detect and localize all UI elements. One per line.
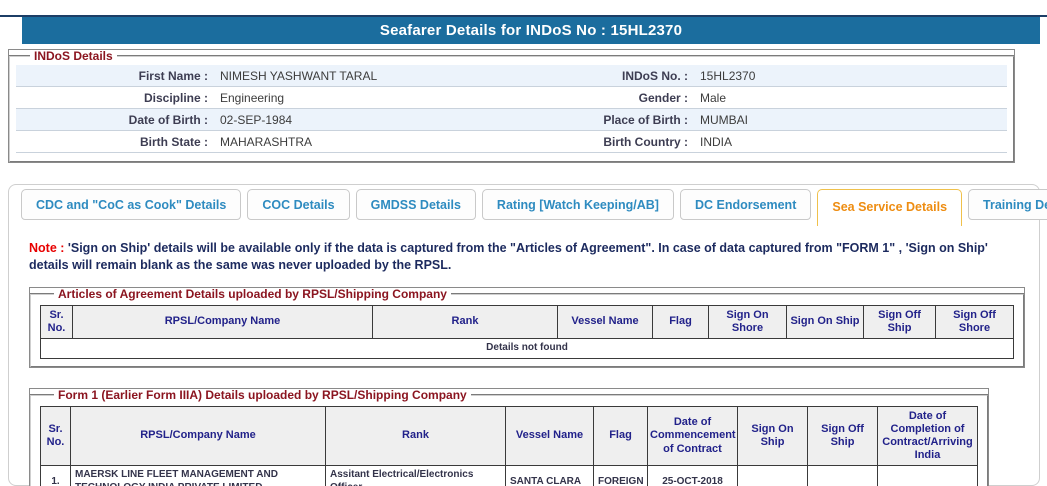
form1-header-row: Sr. No. RPSL/Company Name Rank Vessel Na… [41,406,978,466]
col-rank: Rank [326,406,506,466]
indos-row-2: Discipline : Engineering Gender : Male [16,87,1007,109]
cell-date-of-completion [878,466,978,486]
details-not-found-message: Details not found [41,339,1014,359]
form1-fieldset: Form 1 (Earlier Form IIIA) Details uploa… [29,388,989,486]
col-flag: Flag [653,305,709,338]
col-date-of-commencement: Date of Commencement of Contract [648,406,738,466]
cell-rpsl-company-name: MAERSK LINE FLEET MANAGEMENT AND TECHNOL… [71,466,326,486]
gender-label: Gender : [516,91,696,105]
form1-legend: Form 1 (Earlier Form IIIA) Details uploa… [54,388,471,402]
cell-vessel-name: SANTA CLARA [506,466,594,486]
tab-sea-service-details[interactable]: Sea Service Details [817,189,962,226]
birth-state-value: MAHARASHTRA [216,135,516,149]
col-rpsl-company-name: RPSL/Company Name [71,406,326,466]
birth-country-value: INDIA [696,135,1007,149]
col-rpsl-company-name: RPSL/Company Name [73,305,373,338]
articles-of-agreement-fieldset: Articles of Agreement Details uploaded b… [29,287,1025,368]
indos-no-label: INDoS No. : [516,69,696,83]
col-date-of-completion: Date of Completion of Contract/Arriving … [878,406,978,466]
indos-details-fieldset: INDoS Details First Name : NIMESH YASHWA… [8,49,1015,163]
tab-rating-watch-keeping-ab[interactable]: Rating [Watch Keeping/AB] [482,189,674,220]
birth-country-label: Birth Country : [516,135,696,149]
cell-flag: FOREIGN [594,466,648,486]
page-title: Seafarer Details for INDoS No : 15HL2370 [380,22,682,39]
cell-date-of-commencement: 25-OCT-2018 [648,466,738,486]
indos-row-3: Date of Birth : 02-SEP-1984 Place of Bir… [16,109,1007,131]
col-sr-no: Sr. No. [41,305,73,338]
discipline-value: Engineering [216,91,516,105]
tab-strip: CDC and "CoC as Cook" Details COC Detail… [9,185,1039,226]
form1-table: Sr. No. RPSL/Company Name Rank Vessel Na… [40,406,978,486]
first-name-value: NIMESH YASHWANT TARAL [216,69,516,83]
place-of-birth-label: Place of Birth : [516,113,696,127]
indos-row-4: Birth State : MAHARASHTRA Birth Country … [16,131,1007,153]
note-prefix: Note : [29,241,64,255]
discipline-label: Discipline : [16,91,216,105]
indos-details-legend: INDoS Details [30,49,117,63]
col-sign-on-ship: Sign On Ship [738,406,808,466]
place-of-birth-value: MUMBAI [696,113,1007,127]
col-vessel-name: Vessel Name [506,406,594,466]
indos-row-1: First Name : NIMESH YASHWANT TARAL INDoS… [16,65,1007,87]
note-text: 'Sign on Ship' details will be available… [29,241,988,272]
cell-rank: Assitant Electrical/Electronics Officer [326,466,506,486]
tab-training-details[interactable]: Training Details [968,189,1047,220]
cell-sign-off-ship [808,466,878,486]
tab-cdc-coc-as-cook-details[interactable]: CDC and "CoC as Cook" Details [21,189,241,220]
first-name-label: First Name : [16,69,216,83]
col-sign-on-shore: Sign On Shore [709,305,787,338]
tab-coc-details[interactable]: COC Details [247,189,349,220]
col-vessel-name: Vessel Name [558,305,653,338]
page-title-bar: Seafarer Details for INDoS No : 15HL2370 [22,17,1040,44]
date-of-birth-value: 02-SEP-1984 [216,113,516,127]
articles-header-row: Sr. No. RPSL/Company Name Rank Vessel Na… [41,305,1014,338]
cell-sr-no: 1. [41,466,71,486]
sign-on-ship-note: Note : 'Sign on Ship' details will be av… [29,240,1015,274]
col-flag: Flag [594,406,648,466]
form1-data-row: 1. MAERSK LINE FLEET MANAGEMENT AND TECH… [41,466,978,486]
col-sr-no: Sr. No. [41,406,71,466]
details-tab-panel: CDC and "CoC as Cook" Details COC Detail… [8,184,1040,486]
col-sign-off-shore: Sign Off Shore [936,305,1014,338]
articles-of-agreement-table: Sr. No. RPSL/Company Name Rank Vessel Na… [40,305,1014,359]
articles-of-agreement-legend: Articles of Agreement Details uploaded b… [54,287,451,301]
tab-gmdss-details[interactable]: GMDSS Details [356,189,476,220]
col-sign-off-ship: Sign Off Ship [808,406,878,466]
col-sign-off-ship: Sign Off Ship [864,305,936,338]
indos-no-value: 15HL2370 [696,69,1007,83]
gender-value: Male [696,91,1007,105]
tab-dc-endorsement[interactable]: DC Endorsement [680,189,811,220]
col-sign-on-ship: Sign On Ship [787,305,864,338]
date-of-birth-label: Date of Birth : [16,113,216,127]
articles-empty-row: Details not found [41,339,1014,359]
cell-sign-on-ship [738,466,808,486]
birth-state-label: Birth State : [16,135,216,149]
col-rank: Rank [373,305,558,338]
